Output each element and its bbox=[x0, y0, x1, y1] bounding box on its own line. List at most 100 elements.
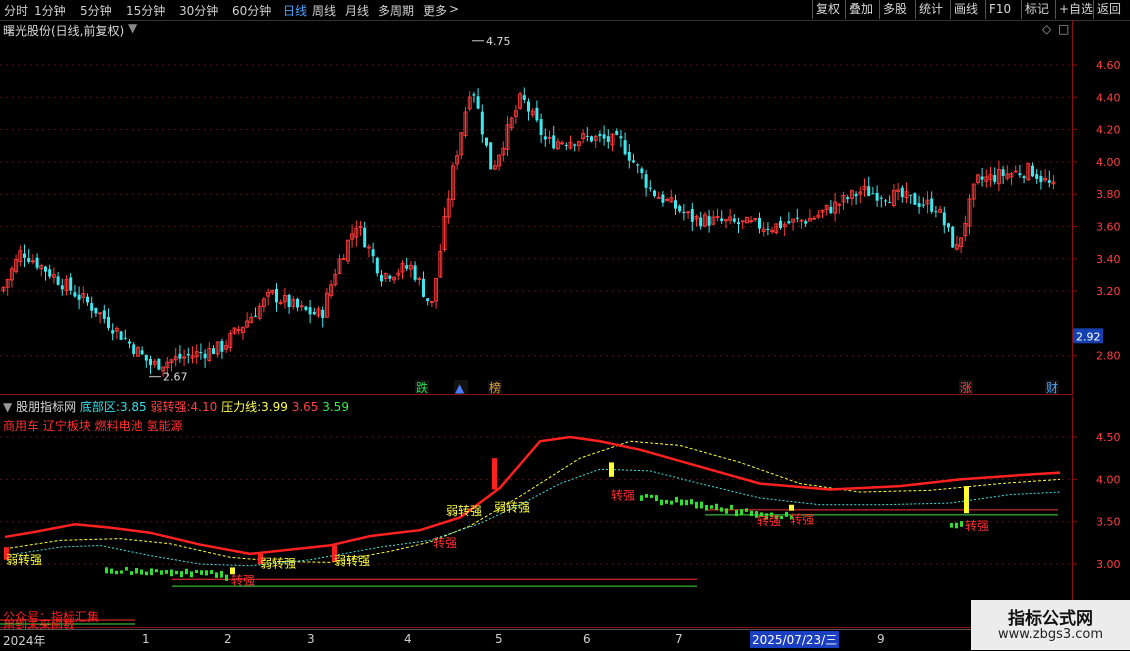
signal-dot-green bbox=[200, 570, 203, 575]
signal-dot-green bbox=[700, 501, 703, 509]
period-tab-multi[interactable]: 多周期 bbox=[378, 2, 414, 19]
signal-dot-green bbox=[215, 572, 218, 578]
signal-dot-green bbox=[205, 570, 208, 576]
pressure-line-value: 3.99 bbox=[261, 400, 288, 414]
candle-body bbox=[363, 227, 367, 248]
multi-stock-button[interactable]: 多股 bbox=[879, 0, 910, 19]
candle-body bbox=[203, 353, 207, 359]
signal-dot-green bbox=[185, 568, 188, 575]
candle-body bbox=[699, 217, 703, 227]
signal-dot-green bbox=[660, 499, 663, 506]
signal-dot-green bbox=[170, 569, 173, 577]
weak-to-strong-tag: 弱转强 bbox=[334, 553, 370, 568]
signal-dot-green bbox=[210, 570, 213, 575]
candle-body bbox=[653, 190, 656, 197]
period-tab-monthly[interactable]: 月线 bbox=[345, 2, 369, 19]
indicator-panel[interactable]: 弱转强 弱转强 弱转强 弱转强 弱转强 转强 转强 转强 转强 转强 转强 ▼ 股朋指标网 底部区:… bbox=[0, 396, 1072, 628]
signal-dot-green bbox=[730, 504, 733, 510]
candle-body bbox=[934, 211, 938, 213]
period-toolbar: 分时 1分钟 5分钟 15分钟 30分钟 60分钟 日线 周线 月线 多周期 更… bbox=[0, 0, 1130, 21]
candle-body bbox=[157, 358, 161, 370]
candle-body bbox=[296, 298, 299, 308]
signal-dot-green bbox=[670, 500, 673, 505]
period-tab-15min[interactable]: 15分钟 bbox=[126, 2, 165, 19]
candle-body bbox=[35, 257, 39, 268]
pressure-line bbox=[4, 440, 1061, 563]
signal-dot-green bbox=[140, 569, 143, 575]
period-tab-5min[interactable]: 5分钟 bbox=[80, 2, 112, 19]
event-marker: 财 bbox=[1046, 381, 1058, 395]
candle-body bbox=[73, 292, 77, 297]
signal-dot-green bbox=[220, 570, 223, 578]
candle-body bbox=[913, 193, 917, 205]
candle-body bbox=[846, 197, 850, 200]
restore-right-button[interactable]: 复权 bbox=[812, 0, 843, 19]
mark-button[interactable]: 标记 bbox=[1021, 0, 1052, 19]
period-tab-timeshare[interactable]: 分时 bbox=[4, 2, 28, 19]
period-tab-1min[interactable]: 1分钟 bbox=[34, 2, 66, 19]
signal-dot-green bbox=[750, 510, 753, 517]
signal-dot-green bbox=[710, 505, 713, 509]
candle-body bbox=[86, 296, 89, 303]
back-button[interactable]: 返回 bbox=[1093, 0, 1124, 19]
add-watchlist-button[interactable]: +自选 bbox=[1055, 0, 1096, 19]
candle-body bbox=[522, 95, 526, 100]
candle-body bbox=[485, 137, 488, 146]
candle-body bbox=[543, 136, 547, 140]
candle-body bbox=[615, 130, 619, 135]
signal-dot-green bbox=[150, 568, 153, 576]
chevron-right-icon[interactable]: > bbox=[449, 2, 459, 16]
candle-body bbox=[947, 223, 950, 228]
axis-label: 4.00 bbox=[1096, 473, 1121, 486]
candle-body bbox=[1039, 176, 1043, 183]
candle-body bbox=[619, 136, 623, 139]
f10-button[interactable]: F10 bbox=[985, 0, 1014, 19]
candle-body bbox=[656, 196, 661, 199]
turn-strong-tag: 转强 bbox=[611, 488, 635, 503]
period-tab-more[interactable]: 更多 bbox=[423, 2, 447, 19]
indicator-menu-icon[interactable]: ▼ bbox=[3, 400, 12, 414]
signal-dot-green bbox=[735, 509, 738, 517]
overlay-button[interactable]: 叠加 bbox=[845, 0, 876, 19]
window-toggle-icon[interactable]: □ bbox=[1058, 22, 1069, 36]
site-watermark: 指标公式网 www.zbgs3.com bbox=[971, 600, 1130, 650]
axis-label: 3.40 bbox=[1096, 253, 1121, 266]
period-tab-60min[interactable]: 60分钟 bbox=[232, 2, 271, 19]
statistics-button[interactable]: 统计 bbox=[915, 0, 946, 19]
period-tab-30min[interactable]: 30分钟 bbox=[179, 2, 218, 19]
candle-body bbox=[900, 187, 904, 198]
period-tab-daily[interactable]: 日线 bbox=[283, 2, 307, 19]
diamond-icon[interactable]: ◇ bbox=[1042, 22, 1051, 36]
indicator-name: 股朋指标网 bbox=[16, 400, 77, 414]
event-marker: ▲ bbox=[455, 381, 465, 395]
candlestick-panel[interactable]: 4.75 2.67 跌 ▲ 榜 涨 财 曙光股份(日线,前复权) ▼ ◇ □ bbox=[0, 20, 1072, 395]
candle-body bbox=[661, 194, 665, 203]
signal-dot-green bbox=[180, 571, 183, 578]
candle-body bbox=[1022, 176, 1026, 179]
bottom-zone-label: 底部区: bbox=[79, 400, 120, 414]
signal-dot-green bbox=[175, 570, 178, 575]
candle-body bbox=[1031, 165, 1034, 177]
candle-body bbox=[602, 134, 606, 139]
weak-to-strong-value: 4.10 bbox=[190, 400, 218, 414]
candle-body bbox=[590, 136, 593, 142]
signal-dot-green bbox=[640, 495, 643, 501]
period-tab-weekly[interactable]: 周线 bbox=[312, 2, 336, 19]
signal-dot-green bbox=[680, 499, 683, 506]
time-label-3: 3 bbox=[307, 632, 315, 646]
candle-body bbox=[144, 354, 148, 361]
candle-body bbox=[585, 135, 589, 137]
axis-label: 4.20 bbox=[1096, 124, 1121, 137]
axis-label: 4.40 bbox=[1096, 91, 1121, 104]
candle-body bbox=[413, 265, 417, 280]
time-label-year: 2024年 bbox=[3, 634, 46, 648]
candlestick-chart: 4.75 2.67 跌 ▲ 榜 涨 财 bbox=[0, 35, 1072, 395]
low-price-label: 2.67 bbox=[163, 371, 188, 384]
turn-strong-tag: 转强 bbox=[757, 513, 781, 528]
draw-line-button[interactable]: 画线 bbox=[950, 0, 981, 19]
signal-dot-green bbox=[105, 567, 108, 574]
candle-body bbox=[304, 306, 308, 310]
signal-dot-green bbox=[155, 569, 158, 573]
signal-dot-green bbox=[690, 499, 693, 505]
chevron-down-icon[interactable]: ▼ bbox=[128, 21, 137, 35]
